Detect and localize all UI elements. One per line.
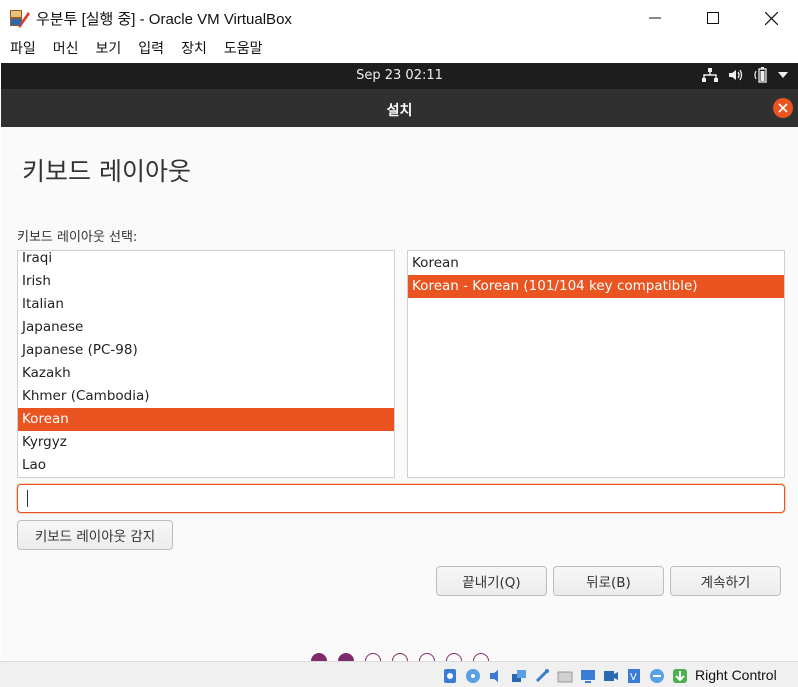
window-titlebar: 우분투 [실행 중] - Oracle VM VirtualBox: [0, 0, 798, 36]
usb-icon[interactable]: [532, 666, 552, 685]
vm-statusbar: V Right Control: [0, 661, 798, 687]
installer-header: 설치: [1, 89, 798, 127]
keyboard-variant-list[interactable]: Korean Korean - Korean (101/104 key comp…: [407, 250, 785, 478]
display-icon[interactable]: [578, 666, 598, 685]
clock[interactable]: Sep 23 02:11: [1, 68, 798, 83]
keyboard-test-input[interactable]: [17, 484, 785, 513]
close-icon: [778, 103, 788, 113]
layout-item-selected[interactable]: Korean: [18, 408, 394, 431]
hard-disk-icon[interactable]: [440, 666, 460, 685]
menu-help[interactable]: 도움말: [224, 36, 263, 63]
layout-item[interactable]: Kyrgyz: [18, 431, 394, 454]
host-key-label: Right Control: [695, 667, 777, 683]
text-caret: [27, 490, 28, 507]
guest-additions-icon[interactable]: [647, 666, 667, 685]
svg-text:V: V: [630, 672, 637, 683]
detect-layout-button[interactable]: 키보드 레이아웃 감지: [17, 520, 173, 550]
page-title: 키보드 레이아웃: [22, 157, 191, 186]
variant-item[interactable]: Korean: [408, 252, 784, 275]
layout-item[interactable]: Kazakh: [18, 362, 394, 385]
video-capture-icon[interactable]: [601, 666, 621, 685]
window-title: 우분투 [실행 중] - Oracle VM VirtualBox: [36, 11, 292, 28]
status-icons: V: [440, 666, 690, 685]
battery-icon: [754, 67, 768, 83]
vm-menubar: 파일 머신 보기 입력 장치 도움말: [0, 36, 798, 63]
menu-file[interactable]: 파일: [10, 36, 36, 63]
layout-item[interactable]: Irish: [18, 270, 394, 293]
layout-list-label: 키보드 레이아웃 선택:: [17, 230, 138, 245]
network-adapter-icon[interactable]: [509, 666, 529, 685]
chevron-down-icon: [778, 72, 788, 78]
maximize-button[interactable]: [684, 0, 742, 36]
keyboard-layout-list[interactable]: Iraqi Irish Italian Japanese Japanese (P…: [17, 250, 395, 478]
quit-button[interactable]: 끝내기(Q): [436, 566, 547, 596]
variant-item-selected[interactable]: Korean - Korean (101/104 key compatible): [408, 275, 784, 298]
menu-input[interactable]: 입력: [138, 36, 164, 63]
layout-item[interactable]: Japanese (PC-98): [18, 339, 394, 362]
virtualbox-app-icon: [10, 8, 30, 28]
layout-item[interactable]: Japanese: [18, 316, 394, 339]
volume-icon: [728, 68, 744, 82]
layout-item[interactable]: Italian: [18, 293, 394, 316]
system-tray[interactable]: [702, 67, 788, 83]
installer-title: 설치: [386, 103, 413, 119]
ubuntu-top-bar: Sep 23 02:11: [1, 63, 798, 89]
menu-machine[interactable]: 머신: [53, 36, 79, 63]
layout-item[interactable]: Khmer (Cambodia): [18, 385, 394, 408]
layout-item[interactable]: Iraqi: [18, 251, 394, 270]
virtualization-icon[interactable]: V: [624, 666, 644, 685]
audio-icon[interactable]: [486, 666, 506, 685]
menu-view[interactable]: 보기: [96, 36, 122, 63]
close-window-button[interactable]: [742, 0, 798, 36]
keyboard-capture-icon[interactable]: [670, 666, 690, 685]
shared-folders-icon[interactable]: [555, 666, 575, 685]
optical-drive-icon[interactable]: [463, 666, 483, 685]
network-icon: [702, 68, 718, 82]
menu-devices[interactable]: 장치: [181, 36, 207, 63]
layout-item[interactable]: Lao: [18, 454, 394, 477]
back-button[interactable]: 뒤로(B): [553, 566, 664, 596]
installer-close-button[interactable]: [773, 98, 793, 118]
continue-button[interactable]: 계속하기: [670, 566, 781, 596]
minimize-button[interactable]: [626, 0, 684, 36]
